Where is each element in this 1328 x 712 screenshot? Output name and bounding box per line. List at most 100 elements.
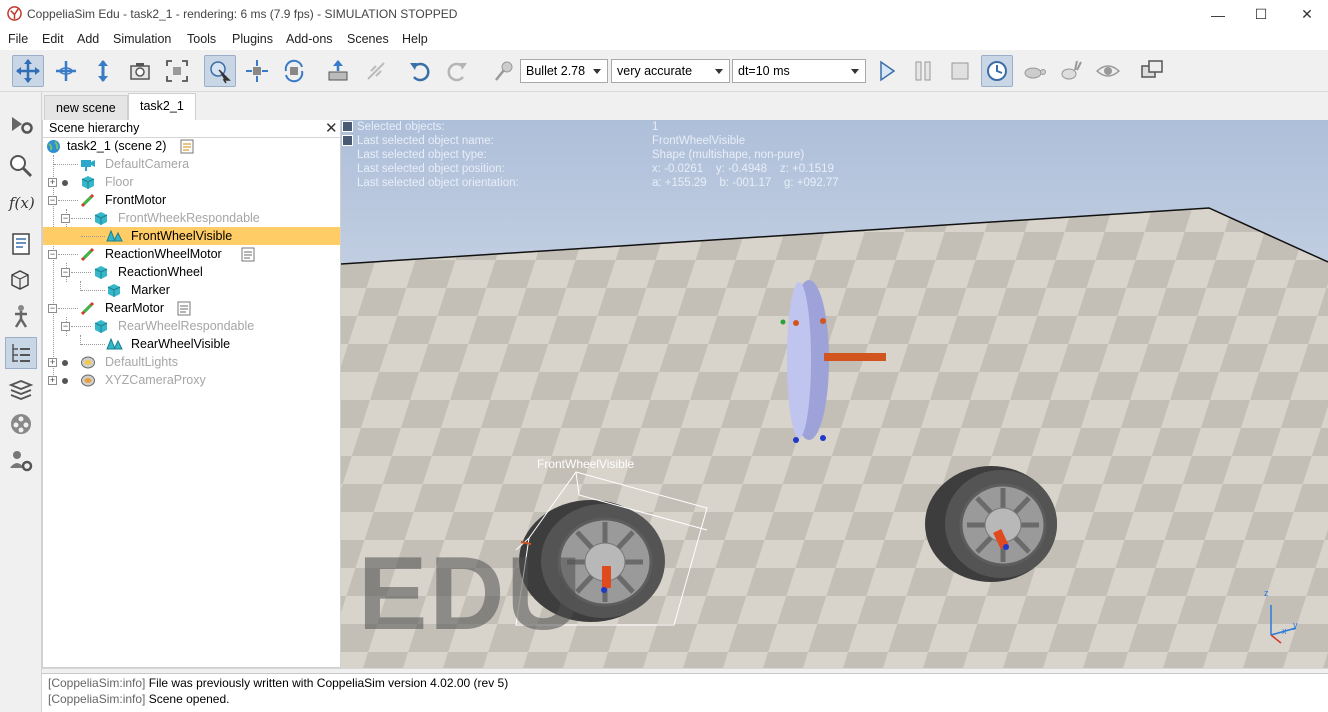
model-browser-button[interactable]: [5, 300, 37, 332]
camera-object-icon: [81, 160, 95, 171]
user-settings-button[interactable]: [5, 445, 37, 477]
pause-icon: [915, 61, 931, 81]
script-document-icon: [12, 233, 30, 255]
menu-scenes[interactable]: Scenes: [347, 32, 389, 46]
physics-engine-select[interactable]: Bullet 2.78: [520, 59, 608, 83]
fit-to-view-button[interactable]: [161, 55, 193, 87]
transfer-dna-icon: [367, 62, 385, 80]
camera-icon: [130, 63, 150, 80]
info-name-label: Last selected object name:: [357, 135, 494, 147]
menu-tools[interactable]: Tools: [187, 32, 216, 46]
joint-icon: [80, 193, 95, 208]
assemble-button[interactable]: [322, 55, 354, 87]
globe-icon: [47, 140, 60, 153]
menu-simulation[interactable]: Simulation: [113, 32, 171, 46]
toggle-views-button[interactable]: [1136, 55, 1168, 87]
menu-plugins[interactable]: Plugins: [232, 32, 273, 46]
viewport-info-toggle[interactable]: [342, 121, 353, 132]
tab-new-scene[interactable]: new scene: [44, 95, 128, 120]
collapse-minus-icon[interactable]: −: [48, 304, 57, 313]
info-orientation-value: a: +155.29 b: -001.17 g: +092.77: [652, 177, 839, 189]
redo-icon: [447, 62, 467, 82]
shape-cube-icon: [81, 176, 95, 189]
menu-add-ons[interactable]: Add-ons: [286, 32, 333, 46]
coppeliasim-logo-icon: [7, 6, 22, 21]
timestep-select[interactable]: dt=10 ms: [732, 59, 866, 83]
minimize-icon: —: [1211, 6, 1225, 23]
accuracy-select[interactable]: very accurate: [611, 59, 730, 83]
functions-button[interactable]: f(x): [5, 186, 37, 218]
shape-edit-button[interactable]: [5, 264, 37, 296]
menu-add[interactable]: Add: [77, 32, 99, 46]
expand-plus-icon[interactable]: +: [48, 358, 57, 367]
video-recorder-button[interactable]: [5, 408, 37, 440]
info-selected-objects-label: Selected objects:: [357, 121, 445, 133]
click-selection-button[interactable]: [204, 55, 236, 87]
info-position-label: Last selected object position:: [357, 163, 505, 175]
collapse-minus-icon[interactable]: −: [48, 196, 57, 205]
multishape-icon: [106, 337, 123, 350]
info-type-value: Shape (multishape, non-pure): [652, 149, 805, 161]
scripts-button[interactable]: [5, 228, 37, 260]
close-hierarchy-button[interactable]: ✕: [325, 119, 338, 137]
expand-plus-icon[interactable]: +: [48, 178, 57, 187]
undo-button[interactable]: [404, 55, 436, 87]
stop-simulation-button[interactable]: [944, 55, 976, 87]
visualization-toggle-button[interactable]: [1092, 55, 1124, 87]
multishape-icon: [106, 229, 123, 242]
camera-angle-button[interactable]: [124, 55, 156, 87]
collapse-minus-icon[interactable]: −: [48, 250, 57, 259]
joint-icon: [80, 247, 95, 262]
hierarchy-title: Scene hierarchy: [49, 121, 140, 135]
shape-cube-icon: [94, 266, 108, 279]
info-type-label: Last selected object type:: [357, 149, 487, 161]
window-title: CoppeliaSim Edu - task2_1 - rendering: 6…: [27, 7, 458, 21]
expand-plus-icon[interactable]: +: [48, 376, 57, 385]
object-rotate-button[interactable]: [278, 55, 310, 87]
console-text: Scene opened.: [148, 692, 230, 706]
axis-x-label: x: [1282, 626, 1287, 636]
console-prefix: [CoppeliaSim:info]: [48, 692, 146, 706]
dummy-icon: [81, 374, 95, 387]
close-window-button[interactable]: ✕: [1284, 0, 1328, 29]
redo-button[interactable]: [441, 55, 473, 87]
hierarchy-item-label: FrontWheelVisible: [131, 229, 233, 243]
close-icon: ✕: [325, 120, 338, 137]
collapse-minus-icon[interactable]: −: [61, 268, 70, 277]
rotate-arrows-icon: [56, 61, 76, 81]
slow-down-button[interactable]: [1018, 55, 1050, 87]
camera-rotate-button[interactable]: [50, 55, 82, 87]
transfer-dna-button[interactable]: [360, 55, 392, 87]
camera-shift-button[interactable]: [87, 55, 119, 87]
real-time-mode-button[interactable]: [981, 55, 1013, 87]
menu-file[interactable]: File: [8, 32, 28, 46]
minimize-button[interactable]: —: [1195, 0, 1241, 29]
speed-up-button[interactable]: [1055, 55, 1087, 87]
camera-pan-button[interactable]: [12, 55, 44, 87]
tab-task2-1[interactable]: task2_1: [128, 93, 196, 120]
hierarchy-item-label: Floor: [105, 175, 134, 189]
pause-simulation-button[interactable]: [907, 55, 939, 87]
object-shift-button[interactable]: [241, 55, 273, 87]
viewport-info-toggle-2[interactable]: [342, 135, 353, 146]
maximize-button[interactable]: ☐: [1238, 0, 1284, 29]
rotate-object-icon: [284, 59, 304, 83]
dynamics-toggle-button[interactable]: [488, 55, 520, 87]
collapse-minus-icon[interactable]: −: [61, 214, 70, 223]
layers-icon: [8, 380, 34, 400]
dynamics-icon: [495, 61, 513, 81]
scene-hierarchy-button[interactable]: [5, 337, 37, 369]
menu-edit[interactable]: Edit: [42, 32, 64, 46]
script-icon: [241, 247, 255, 262]
calculation-modules-button[interactable]: [5, 150, 37, 182]
hierarchy-item-label: XYZCameraProxy: [105, 373, 206, 387]
hierarchy-item-label: ReactionWheelMotor: [105, 247, 222, 261]
menu-help[interactable]: Help: [402, 32, 428, 46]
start-simulation-button[interactable]: [870, 55, 902, 87]
collapse-minus-icon[interactable]: −: [61, 322, 70, 331]
info-orientation-label: Last selected object orientation:: [357, 177, 519, 189]
select-cursor-icon: [210, 61, 231, 84]
layers-button[interactable]: [5, 373, 37, 405]
shape-cube-icon: [107, 284, 121, 297]
object-properties-button[interactable]: [5, 108, 37, 140]
